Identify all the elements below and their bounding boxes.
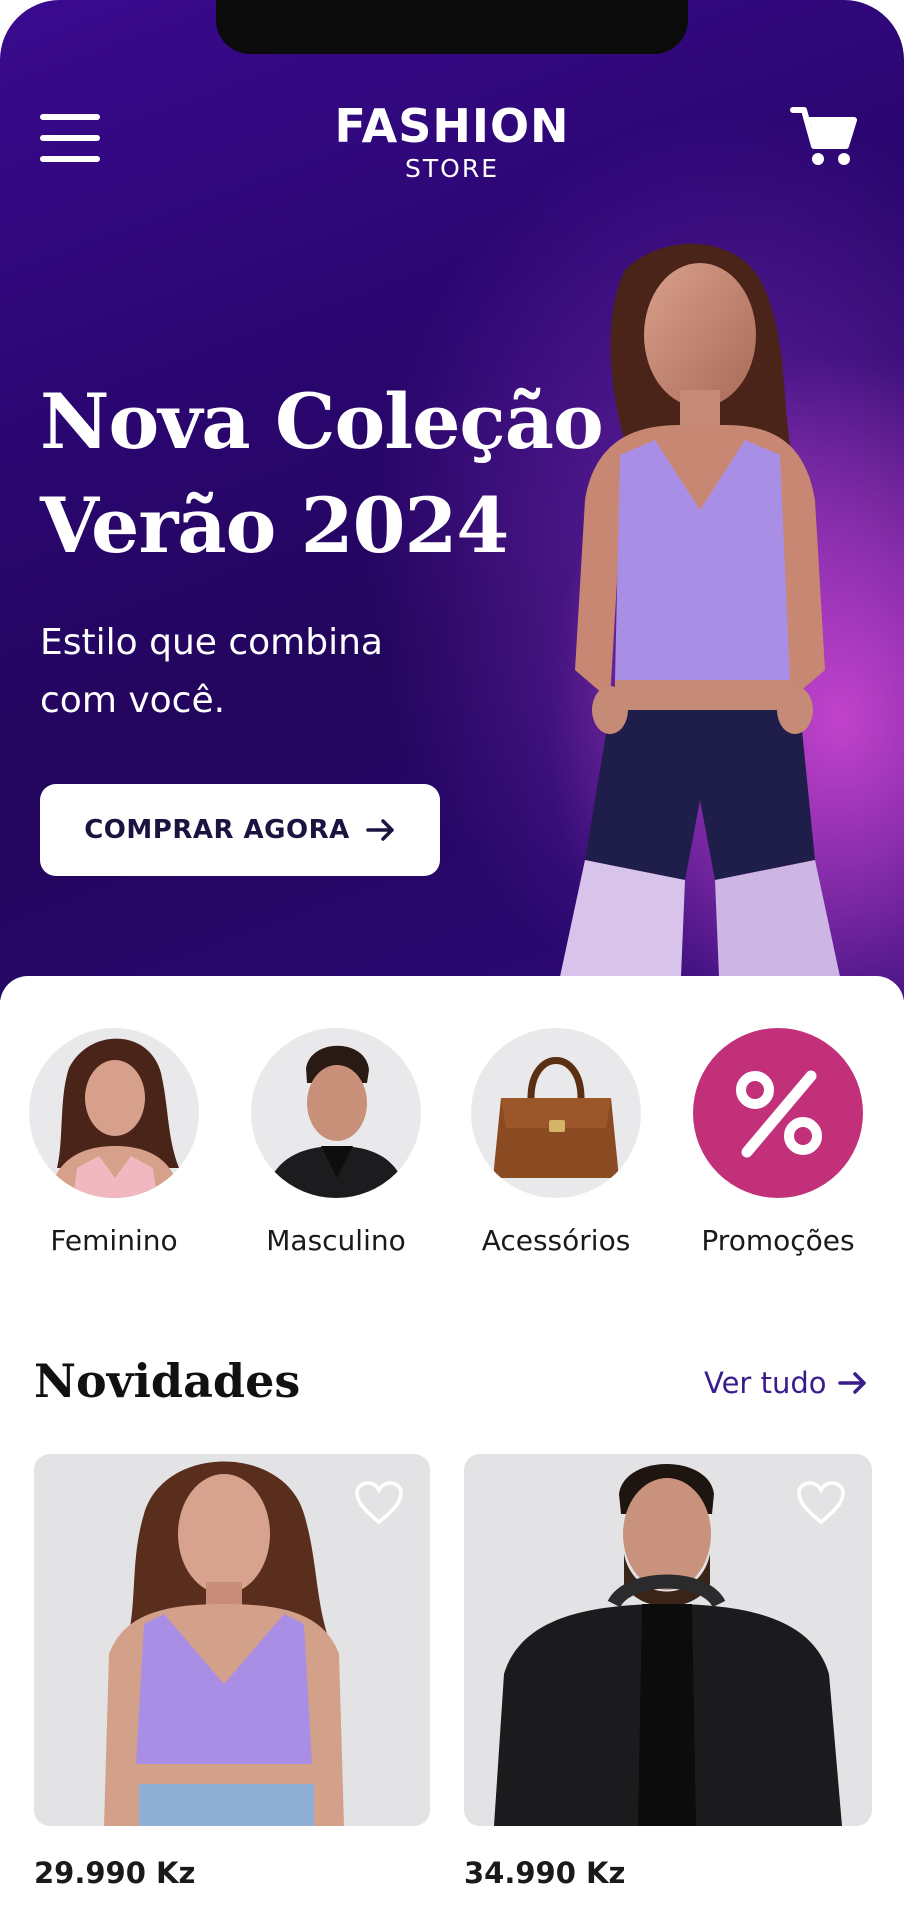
product-price: 29.990 Kz [34, 1856, 196, 1890]
section-title-novidades: Novidades [34, 1354, 301, 1408]
shop-now-label: COMPRAR AGORA [84, 815, 350, 845]
category-label: Feminino [50, 1224, 178, 1257]
brand-logo[interactable]: FASHION STORE [0, 100, 904, 186]
hero-title-line: Verão 2024 [40, 481, 509, 570]
hero-subtitle-line: Estilo que combina [40, 622, 383, 663]
category-promocoes[interactable]: Promoções [678, 1028, 878, 1257]
see-all-link[interactable]: Ver tudo [704, 1366, 868, 1400]
heart-icon[interactable] [354, 1480, 404, 1526]
hero-title: Nova Coleção Verão 2024 [40, 370, 680, 578]
category-label: Acessórios [481, 1224, 631, 1257]
arrow-right-icon [366, 819, 394, 841]
shopping-cart-icon [790, 107, 857, 165]
brand-subtitle: STORE [405, 154, 499, 183]
brand-title: FASHION [334, 99, 570, 153]
hero-subtitle: Estilo que combina com você. [40, 614, 460, 730]
product-image [464, 1454, 872, 1826]
arrow-right-icon [838, 1372, 867, 1394]
product-card[interactable]: 34.990 Kz [464, 1454, 872, 1890]
category-label: Masculino [266, 1224, 406, 1257]
category-masculino[interactable]: Masculino [236, 1028, 436, 1257]
category-acessorios[interactable]: Acessórios [456, 1028, 656, 1257]
shop-now-button[interactable]: COMPRAR AGORA [40, 784, 440, 876]
category-promocoes-badge [693, 1028, 863, 1198]
cart-button[interactable] [790, 104, 858, 168]
hero-title-line: Nova Coleção [40, 377, 604, 466]
product-image [34, 1454, 430, 1826]
category-feminino-image [29, 1028, 199, 1198]
category-label: Promoções [701, 1224, 855, 1257]
category-feminino[interactable]: Feminino [14, 1028, 214, 1257]
main-content: Feminino Masculino Acessórios Promoções … [0, 976, 904, 1920]
product-card[interactable]: 29.990 Kz [34, 1454, 430, 1890]
device-notch [216, 0, 688, 54]
hero-model-image [555, 243, 845, 1000]
category-masculino-image [251, 1028, 421, 1198]
percent-icon [736, 1070, 822, 1158]
heart-icon[interactable] [796, 1480, 846, 1526]
category-acessorios-image [471, 1028, 641, 1198]
hero-banner: FASHION STORE Nova Coleção Verão 2024 Es… [0, 0, 904, 1000]
hero-subtitle-line: com você. [40, 680, 226, 721]
see-all-label: Ver tudo [704, 1366, 827, 1400]
product-price: 34.990 Kz [464, 1856, 626, 1890]
